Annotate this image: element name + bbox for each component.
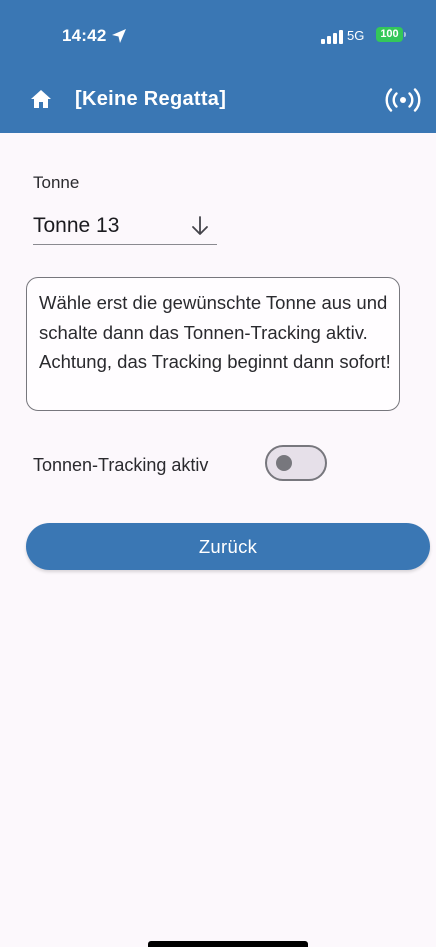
app-header: 14:42 5G 100 [Keine Regatta] [0,0,436,133]
tracking-toggle[interactable] [265,445,327,481]
page-title: [Keine Regatta] [75,88,227,110]
info-box: Wähle erst die gewünschte Tonne aus und … [26,277,400,411]
buoy-dropdown[interactable]: Tonne 13 [33,210,217,245]
battery-tip [404,32,406,37]
network-type: 5G [347,28,365,43]
home-icon[interactable] [31,90,51,108]
buoy-label: Tonne [33,173,80,192]
screen: 14:42 5G 100 [Keine Regatta] Tonne Tonne… [0,0,436,947]
status-time: 14:42 [62,26,107,45]
home-indicator [148,941,308,947]
battery-indicator: 100 [376,27,403,42]
status-bar: 14:42 5G 100 [0,22,436,52]
back-button[interactable]: Zurück [26,523,430,570]
cellular-signal-icon [321,30,343,44]
tracking-toggle-label: Tonnen-Tracking aktiv [33,455,209,475]
toolbar: [Keine Regatta] [0,78,436,122]
buoy-selected-value: Tonne 13 [33,214,120,237]
arrow-down-icon [192,216,208,235]
toggle-thumb [276,455,292,471]
broadcast-icon[interactable] [385,88,421,112]
location-arrow-icon [112,29,126,43]
